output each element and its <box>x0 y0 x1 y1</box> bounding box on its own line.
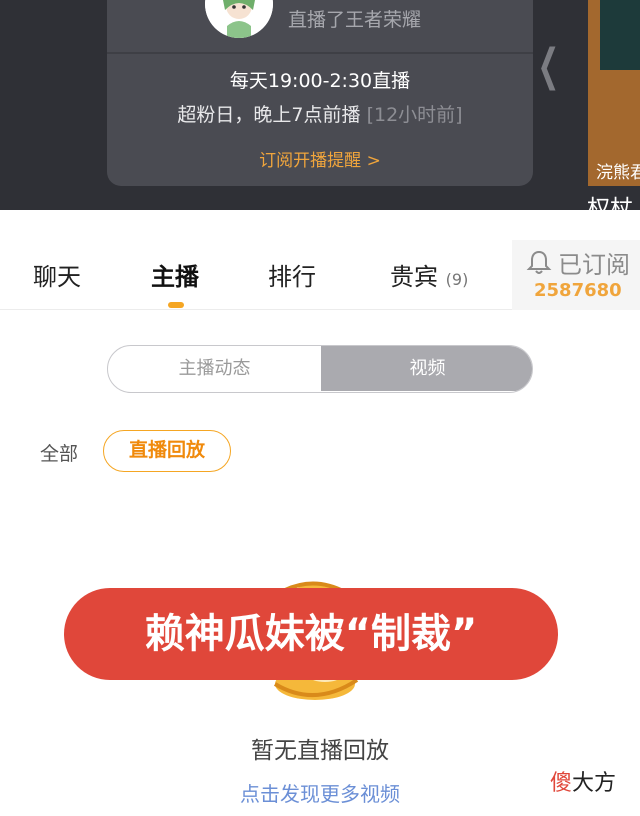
card-divider <box>107 52 533 54</box>
watermark-text: 大方 <box>572 771 617 796</box>
discover-more-videos-link[interactable]: 点击发现更多视频 <box>0 778 640 807</box>
tab-ranking[interactable]: 排行 <box>268 257 316 292</box>
tab-vip-label: 贵宾 <box>390 263 438 291</box>
avatar[interactable] <box>205 0 273 38</box>
subscribed-label: 已订阅 <box>558 251 630 279</box>
schedule-note-text: 超粉日，晚上7点前播 <box>177 104 361 126</box>
schedule-note-time: [12小时前] <box>366 104 463 126</box>
subscriber-count: 2587680 <box>534 280 622 301</box>
tab-divider <box>0 309 512 310</box>
watermark: 傻大方 <box>550 765 616 797</box>
schedule-note: 超粉日，晚上7点前播 [12小时前] <box>107 100 533 127</box>
segment-streamer-updates[interactable]: 主播动态 <box>108 346 321 391</box>
tab-vip[interactable]: 贵宾 (9) <box>390 257 468 292</box>
headline-banner: 赖神瓜妹被“制裁” <box>64 588 558 680</box>
empty-state-message: 暂无直播回放 <box>251 738 389 764</box>
tab-bar: 聊天 主播 排行 贵宾 (9) <box>0 240 512 310</box>
schedule-card: 直播了王者荣耀 每天19:00-2:30直播 超粉日，晚上7点前播 [12小时前… <box>107 0 533 186</box>
watermark-accent: 傻 <box>550 771 573 796</box>
chevron-left-icon[interactable]: ❮ <box>537 40 559 91</box>
thumbnail-image <box>600 0 640 70</box>
bell-icon <box>526 250 552 274</box>
filter-live-replay[interactable]: 直播回放 <box>103 430 231 472</box>
tab-vip-count: (9) <box>445 270 469 289</box>
side-thumbnail-label: 浣熊君 <box>596 163 640 183</box>
filter-all[interactable]: 全部 <box>40 439 78 466</box>
tab-chat[interactable]: 聊天 <box>33 257 81 292</box>
streamer-header: 直播了王者荣耀 每天19:00-2:30直播 超粉日，晚上7点前播 [12小时前… <box>0 0 640 222</box>
streamed-game-text: 直播了王者荣耀 <box>288 9 422 31</box>
side-video-title[interactable]: 权杖 <box>587 189 633 223</box>
subscribe-button[interactable]: 已订阅 2587680 <box>512 240 640 310</box>
subscribe-reminder-link[interactable]: 订阅开播提醒 > <box>107 146 533 171</box>
tab-streamer[interactable]: 主播 <box>151 257 199 292</box>
content-segment-control: 主播动态 视频 <box>107 345 533 393</box>
active-tab-indicator <box>168 302 184 308</box>
segment-videos[interactable]: 视频 <box>321 346 532 391</box>
schedule-time: 每天19:00-2:30直播 <box>229 70 411 92</box>
